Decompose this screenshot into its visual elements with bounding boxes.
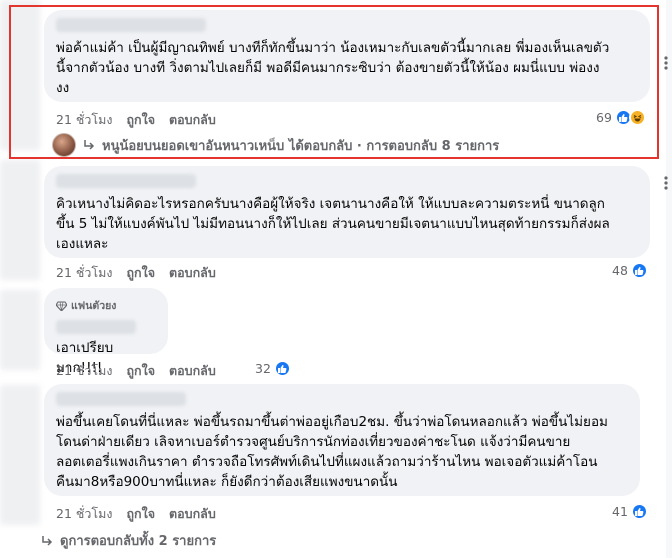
like-reaction-icon (273, 360, 291, 377)
blurred-left-strip-2 (0, 160, 40, 280)
reply-arrow-icon (42, 535, 53, 546)
like-button[interactable]: ถูกใจ (126, 110, 155, 130)
top-fan-badge: แฟนตัวยง (56, 296, 156, 316)
comment-time[interactable]: 21 ชั่วโมง (56, 504, 112, 524)
author-name-blurred[interactable] (56, 320, 136, 334)
reply-arrow-icon (84, 140, 95, 150)
comment-time[interactable]: 21 ชั่วโมง (56, 110, 112, 130)
reply-button[interactable]: ตอบกลับ (169, 110, 216, 130)
view-replies-text[interactable]: ดูการตอบกลับทั้ง 2 รายการ (60, 530, 216, 551)
reaction-summary-4[interactable]: 41 (612, 503, 648, 520)
like-button[interactable]: ถูกใจ (126, 263, 155, 283)
more-options-icon[interactable] (658, 175, 668, 191)
view-replies-link-1[interactable]: หนูน้อยบนยอดเขาอันหนาวเหน็บ ได้ตอบกลับ ·… (52, 133, 499, 157)
comment-time[interactable]: 21 ชั่วโมง (56, 263, 112, 283)
comment-bubble-4: พ่อขึ้นเคยโดนที่นี่แหละ พ่อขึ้นรถมาขึ้นต… (44, 384, 640, 496)
comment-bubble-3: แฟนตัวยง เอาเปรียบมาก!!!! (44, 288, 168, 376)
comment-text: พ่อขึ้นเคยโดนที่นี่แหละ พ่อขึ้นรถมาขึ้นต… (56, 414, 608, 490)
blurred-left-strip-3 (0, 290, 40, 370)
comment-bubble-2: คิวเหนางไม่คิดอะไรหรอกครับนางคือผู้ให้จร… (44, 166, 650, 258)
more-options-icon[interactable] (658, 55, 668, 71)
like-button[interactable]: ถูกใจ (126, 361, 155, 381)
reaction-count: 32 (255, 361, 271, 376)
like-reaction-icon (630, 262, 648, 279)
author-name-blurred[interactable] (56, 174, 196, 188)
reply-button[interactable]: ตอบกลับ (169, 361, 216, 381)
blurred-left-strip-4 (0, 385, 40, 525)
comment-time[interactable]: 21 ชั่วโมง (56, 361, 112, 381)
like-reaction-icon (630, 503, 648, 520)
author-name-blurred[interactable] (56, 392, 186, 406)
comment-actions-2: 21 ชั่วโมง ถูกใจ ตอบกลับ (56, 263, 216, 283)
reply-button[interactable]: ตอบกลับ (169, 504, 216, 524)
comment-actions-1: 21 ชั่วโมง ถูกใจ ตอบกลับ (56, 110, 216, 130)
comment-actions-4: 21 ชั่วโมง ถูกใจ ตอบกลับ (56, 504, 216, 524)
reply-button[interactable]: ตอบกลับ (169, 263, 216, 283)
comment-bubble-1: พ่อค้าแม่ค้า เป็นผู้มีญาณทิพย์ บางทีก็ทั… (44, 10, 650, 102)
diamond-icon (56, 301, 67, 311)
comment-text: พ่อค้าแม่ค้า เป็นผู้มีญาณทิพย์ บางทีก็ทั… (56, 40, 610, 96)
comment-text: คิวเหนางไม่คิดอะไรหรอกครับนางคือผู้ให้จร… (56, 196, 610, 252)
author-name-blurred[interactable] (56, 18, 206, 32)
reaction-count: 48 (612, 263, 628, 278)
reaction-summary-1[interactable]: 69 (596, 109, 646, 126)
badge-label: แฟนตัวยง (71, 300, 117, 312)
reaction-count: 69 (596, 110, 612, 125)
reaction-summary-2[interactable]: 48 (612, 262, 648, 279)
view-all-replies-link[interactable]: ดูการตอบกลับทั้ง 2 รายการ (40, 530, 216, 551)
reply-summary[interactable]: หนูน้อยบนยอดเขาอันหนาวเหน็บ ได้ตอบกลับ ·… (102, 135, 499, 156)
reaction-summary-3[interactable]: 32 (255, 360, 291, 377)
reaction-count: 41 (612, 504, 628, 519)
blurred-left-strip-1 (0, 0, 40, 150)
scrollbar-track[interactable] (666, 0, 672, 558)
like-button[interactable]: ถูกใจ (126, 504, 155, 524)
avatar[interactable] (52, 133, 76, 157)
haha-reaction-icon (628, 109, 646, 126)
comment-actions-3: 21 ชั่วโมง ถูกใจ ตอบกลับ (56, 361, 216, 381)
